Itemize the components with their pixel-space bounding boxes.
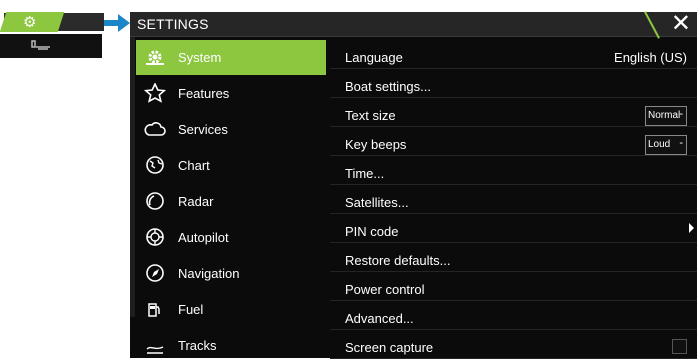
sidebar-item-system[interactable]: System xyxy=(136,40,326,75)
star-icon xyxy=(144,83,166,103)
compass-icon xyxy=(146,264,164,282)
gear-icon xyxy=(146,50,164,65)
settings-thumbnail[interactable]: ⚙ xyxy=(0,12,108,58)
sidebar-item-label: Fuel xyxy=(178,302,204,317)
radar-icon xyxy=(146,192,164,210)
sidebar-item-label: System xyxy=(178,50,222,65)
autopilot-icon xyxy=(146,228,164,246)
dialog-title: SETTINGS xyxy=(137,16,209,32)
sidebar-item-label: Services xyxy=(178,122,228,137)
chevron-right-icon xyxy=(689,223,694,233)
settings-sidebar: System Features Services Chart Radar Aut… xyxy=(130,37,326,358)
setting-time[interactable]: Time... xyxy=(330,156,697,185)
dropdown-icon: - xyxy=(679,108,683,120)
tracks-icon xyxy=(146,346,164,354)
setting-key-beeps[interactable]: Key beeps Loud - xyxy=(330,127,697,156)
setting-satellites[interactable]: Satellites... xyxy=(330,185,697,214)
sidebar-scrollbar[interactable] xyxy=(130,37,135,317)
key-beeps-dropdown[interactable]: Loud - xyxy=(645,135,687,155)
title-bar: SETTINGS ✕ xyxy=(130,9,697,39)
dropdown-value: Normal xyxy=(648,110,681,121)
sidebar-item-label: Features xyxy=(178,86,230,101)
sidebar-item-label: Radar xyxy=(178,194,214,209)
setting-label: Boat settings... xyxy=(345,79,431,94)
divider xyxy=(644,11,660,39)
gear-icon: ⚙ xyxy=(23,13,37,31)
fuel-icon xyxy=(148,303,160,317)
setting-label: Satellites... xyxy=(345,195,409,210)
sidebar-item-navigation[interactable]: Navigation xyxy=(136,256,326,291)
settings-dialog: SETTINGS ✕ System Features Services Char… xyxy=(130,9,697,359)
text-size-dropdown[interactable]: Normal - xyxy=(645,106,687,126)
sidebar-item-radar[interactable]: Radar xyxy=(136,184,326,219)
setting-boat-settings[interactable]: Boat settings... xyxy=(330,69,697,98)
setting-value: English (US) xyxy=(614,50,687,65)
setting-pin-code[interactable]: PIN code xyxy=(330,214,697,243)
setting-label: Key beeps xyxy=(345,137,407,152)
setting-screen-capture[interactable]: Screen capture xyxy=(330,330,697,359)
setting-advanced[interactable]: Advanced... xyxy=(330,301,697,330)
sidebar-item-label: Tracks xyxy=(178,338,217,353)
setting-language[interactable]: Language English (US) xyxy=(330,40,697,69)
setting-label: Text size xyxy=(345,108,396,123)
sidebar-item-chart[interactable]: Chart xyxy=(136,148,326,183)
setting-restore-defaults[interactable]: Restore defaults... xyxy=(330,243,697,272)
screen-capture-checkbox[interactable] xyxy=(672,339,687,354)
dropdown-icon: - xyxy=(679,137,683,149)
thumbnail-preview xyxy=(0,34,102,58)
dropdown-value: Loud xyxy=(648,139,671,150)
sidebar-item-fuel[interactable]: Fuel xyxy=(136,292,326,327)
thumbnail-tab: ⚙ xyxy=(0,12,65,32)
setting-label: Language xyxy=(345,50,403,65)
sidebar-item-autopilot[interactable]: Autopilot xyxy=(136,220,326,255)
cloud-icon xyxy=(144,122,166,136)
setting-text-size[interactable]: Text size Normal - xyxy=(330,98,697,127)
sidebar-item-services[interactable]: Services xyxy=(136,112,326,147)
close-icon: ✕ xyxy=(670,9,691,37)
setting-label: PIN code xyxy=(345,224,399,239)
setting-label: Screen capture xyxy=(345,340,434,355)
close-button[interactable]: ✕ xyxy=(637,9,697,39)
setting-label: Power control xyxy=(345,282,425,297)
sidebar-item-label: Autopilot xyxy=(178,230,229,245)
setting-label: Restore defaults... xyxy=(345,253,451,268)
sidebar-item-features[interactable]: Features xyxy=(136,76,326,111)
globe-icon xyxy=(146,156,164,174)
sidebar-item-label: Chart xyxy=(178,158,210,173)
boat-icon xyxy=(31,40,50,50)
settings-list: Language English (US) Boat settings... T… xyxy=(330,37,697,359)
arrow-icon xyxy=(104,14,130,32)
setting-power-control[interactable]: Power control xyxy=(330,272,697,301)
sidebar-item-label: Navigation xyxy=(178,266,240,281)
setting-label: Time... xyxy=(345,166,385,181)
setting-label: Advanced... xyxy=(345,311,414,326)
